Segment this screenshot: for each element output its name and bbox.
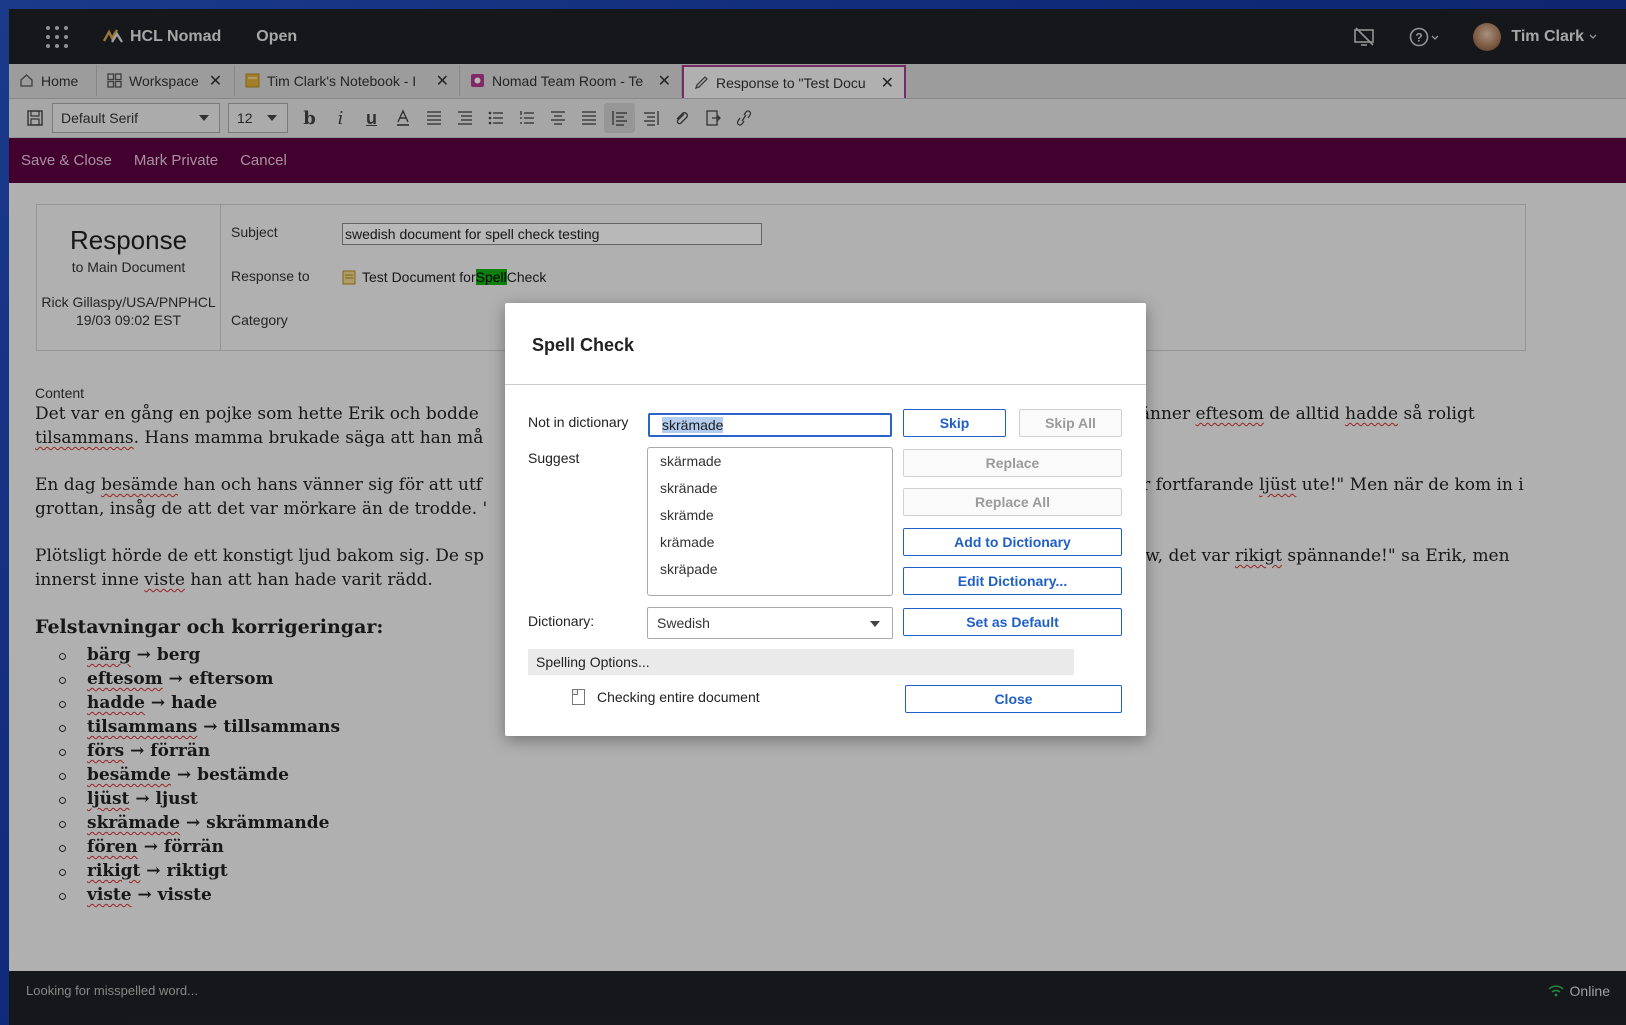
dialog-title: Spell Check: [532, 335, 635, 355]
suggestion-item[interactable]: skrämde: [648, 507, 892, 534]
suggest-label: Suggest: [528, 450, 580, 466]
skip-all-button[interactable]: Skip All: [1019, 409, 1122, 437]
suggestion-item[interactable]: skräpade: [648, 561, 892, 588]
close-button[interactable]: Close: [905, 685, 1122, 713]
checking-entire-document[interactable]: Checking entire document: [572, 689, 760, 705]
spell-check-dialog: Spell Check Not in dictionary skrämade S…: [505, 303, 1146, 736]
suggestions-list[interactable]: skärmade skränade skrämde krämade skräpa…: [647, 447, 893, 596]
checking-label: Checking entire document: [597, 689, 760, 705]
add-to-dictionary-button[interactable]: Add to Dictionary: [903, 528, 1122, 556]
dictionary-label: Dictionary:: [528, 613, 595, 629]
misspelled-word-value: skrämade: [662, 417, 724, 433]
not-in-dictionary-input[interactable]: skrämade: [648, 413, 892, 437]
dictionary-select[interactable]: Swedish: [647, 607, 893, 639]
replace-all-button[interactable]: Replace All: [903, 488, 1122, 516]
replace-button[interactable]: Replace: [903, 449, 1122, 477]
document-checkbox-icon[interactable]: [572, 689, 585, 705]
suggestion-item[interactable]: skärmade: [648, 453, 892, 480]
spelling-options-section[interactable]: Spelling Options...: [528, 649, 1074, 675]
skip-button[interactable]: Skip: [903, 409, 1006, 437]
set-as-default-button[interactable]: Set as Default: [903, 608, 1122, 636]
divider: [505, 384, 1146, 385]
not-in-dictionary-label: Not in dictionary: [528, 414, 629, 430]
suggestion-item[interactable]: krämade: [648, 534, 892, 561]
caret-down-icon: [870, 621, 880, 627]
edit-dictionary-button[interactable]: Edit Dictionary...: [903, 567, 1122, 595]
dictionary-value: Swedish: [657, 615, 710, 631]
suggestion-item[interactable]: skränade: [648, 480, 892, 507]
